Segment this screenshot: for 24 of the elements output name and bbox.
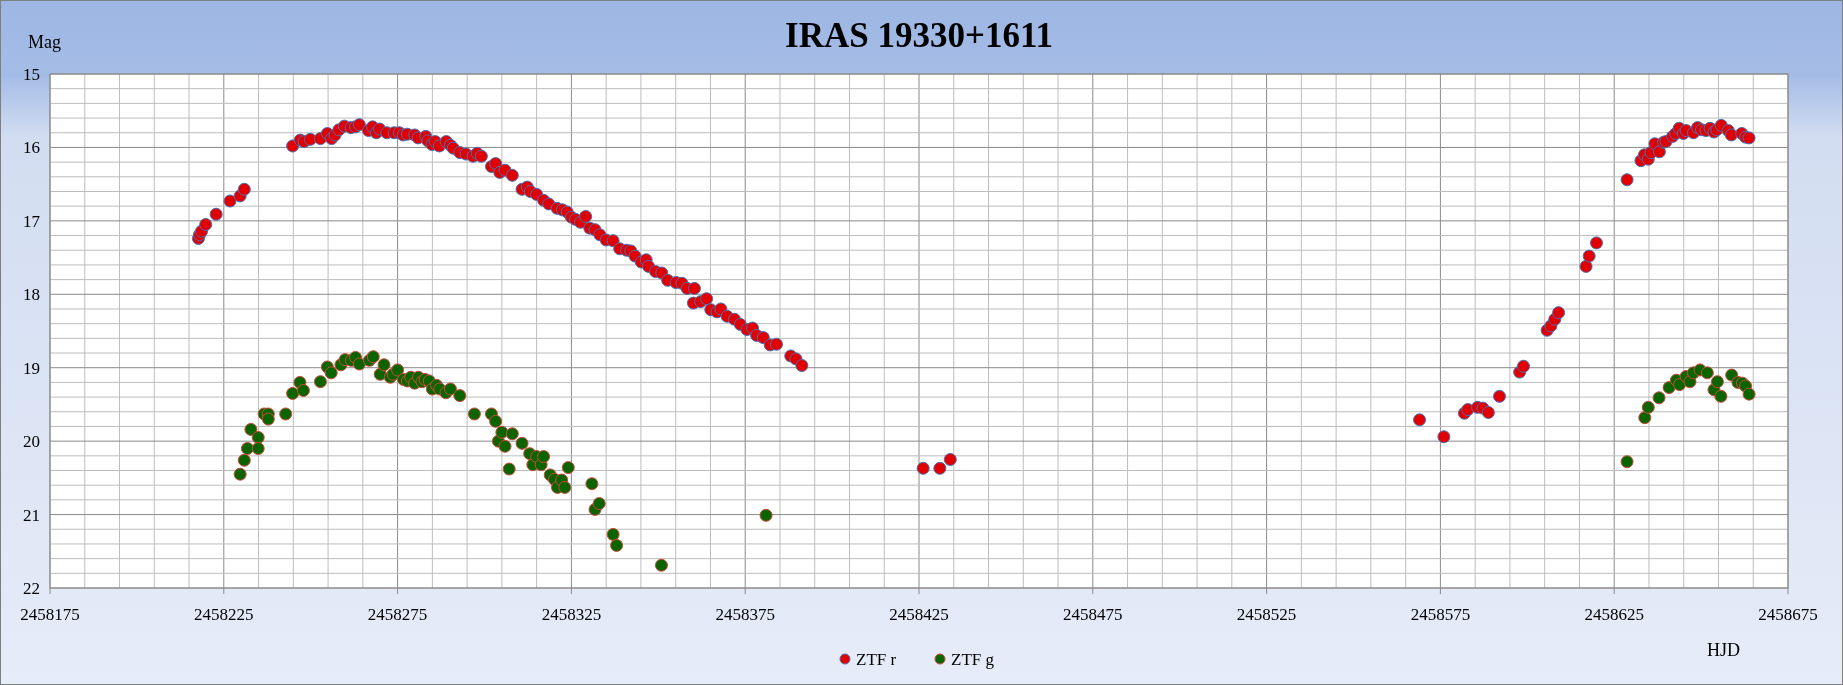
legend-label: ZTF r xyxy=(856,650,897,669)
y-tick-label: 15 xyxy=(23,65,40,84)
x-tick-label: 2458675 xyxy=(1758,605,1818,624)
x-tick-label: 2458325 xyxy=(541,605,602,624)
y-tick-label: 16 xyxy=(23,138,40,158)
y-axis-label: Mag xyxy=(28,32,61,52)
chart-title: IRAS 19330+1611 xyxy=(785,16,1053,55)
x-tick-label: 2458575 xyxy=(1410,605,1471,624)
x-tick-label: 2458625 xyxy=(1584,605,1644,624)
x-axis-label: HJD xyxy=(1707,640,1740,660)
y-tick-label: 20 xyxy=(23,432,40,452)
y-tick-label: 18 xyxy=(23,285,40,305)
y-tick-label: 17 xyxy=(23,211,40,231)
y-tick-label: 19 xyxy=(23,358,40,378)
x-tick-label: 2458475 xyxy=(1063,605,1123,624)
y-tick-label: 22 xyxy=(23,579,40,598)
x-tick-label: 2458425 xyxy=(889,605,949,624)
x-tick-label: 2458175 xyxy=(20,605,80,624)
x-tick-label: 2458275 xyxy=(367,605,428,624)
legend-label: ZTF g xyxy=(951,650,994,669)
x-tick-label: 2458525 xyxy=(1236,605,1297,624)
y-tick-label: 21 xyxy=(23,505,40,525)
x-tick-label: 2458375 xyxy=(715,605,775,624)
x-tick-label: 2458225 xyxy=(194,605,254,624)
